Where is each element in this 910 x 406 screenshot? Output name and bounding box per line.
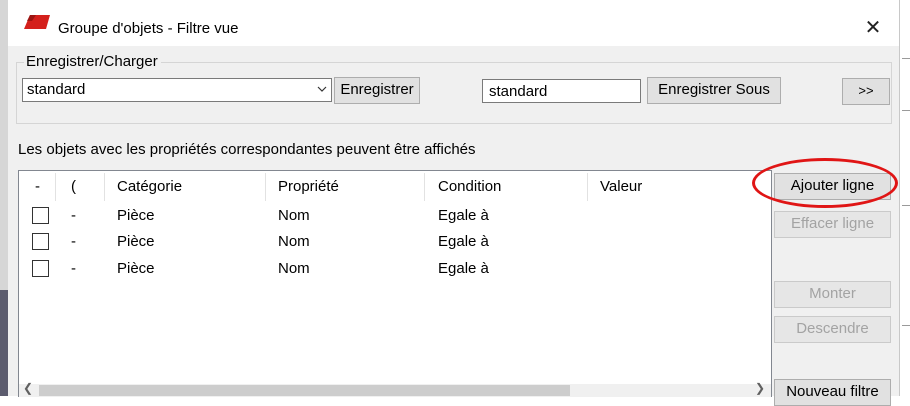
column-separator [55, 173, 56, 201]
row-checkbox[interactable] [32, 260, 49, 277]
row-checkbox[interactable] [32, 233, 49, 250]
table-row[interactable]: - Pièce Nom Egale à [19, 230, 771, 256]
app-red-icon [24, 15, 50, 33]
new-filter-button[interactable]: Nouveau filtre [774, 379, 891, 406]
scroll-left-icon[interactable]: ❮ [23, 381, 33, 395]
row-op: - [71, 233, 76, 250]
row-category: Pièce [117, 260, 155, 277]
move-down-button[interactable]: Descendre [774, 316, 891, 343]
move-up-button[interactable]: Monter [774, 281, 891, 308]
column-header-property[interactable]: Propriété [278, 178, 339, 195]
preset-select-value: standard [27, 81, 86, 98]
row-property: Nom [278, 233, 310, 250]
column-header-op[interactable]: - [35, 178, 40, 195]
preset-select[interactable]: standard [22, 78, 332, 102]
row-property: Nom [278, 260, 310, 277]
row-category: Pièce [117, 207, 155, 224]
row-condition: Egale à [438, 260, 489, 277]
column-header-value[interactable]: Valeur [600, 178, 642, 195]
row-condition: Egale à [438, 233, 489, 250]
title-bar: Groupe d'objets - Filtre vue ✕ [8, 0, 899, 46]
scroll-right-icon[interactable]: ❯ [755, 381, 765, 395]
close-button[interactable]: ✕ [858, 14, 888, 42]
delete-row-button[interactable]: Effacer ligne [774, 211, 891, 238]
filter-rows-list[interactable]: - ( Catégorie Propriété Condition Valeur… [18, 170, 772, 397]
column-separator [265, 173, 266, 201]
row-checkbox[interactable] [32, 207, 49, 224]
column-separator [424, 173, 425, 201]
save-as-name-field[interactable] [482, 79, 645, 103]
background-tick [902, 58, 910, 59]
chevron-down-icon [317, 80, 327, 101]
window-title: Groupe d'objets - Filtre vue [58, 20, 239, 37]
column-header-condition[interactable]: Condition [438, 178, 501, 195]
filter-description: Les objets avec les propriétés correspon… [18, 141, 476, 158]
table-row[interactable]: - Pièce Nom Egale à [19, 204, 771, 230]
column-header-category[interactable]: Catégorie [117, 178, 182, 195]
add-row-button[interactable]: Ajouter ligne [774, 173, 891, 200]
background-window-left-dark [0, 290, 8, 396]
row-op: - [71, 207, 76, 224]
row-property: Nom [278, 207, 310, 224]
column-header-paren[interactable]: ( [71, 178, 76, 195]
save-as-name-input[interactable] [483, 80, 645, 102]
background-tick [902, 205, 910, 206]
filter-dialog: Groupe d'objets - Filtre vue ✕ Enregistr… [8, 0, 899, 406]
more-button[interactable]: >> [842, 78, 890, 105]
background-tick [902, 325, 910, 326]
table-row[interactable]: - Pièce Nom Egale à [19, 257, 771, 283]
save-as-button[interactable]: Enregistrer Sous [647, 77, 781, 104]
save-button[interactable]: Enregistrer [334, 77, 420, 104]
scrollbar-thumb[interactable] [39, 385, 570, 396]
row-condition: Egale à [438, 207, 489, 224]
row-category: Pièce [117, 233, 155, 250]
background-tick [902, 110, 910, 111]
row-op: - [71, 260, 76, 277]
background-window-right [899, 0, 910, 396]
column-separator [104, 173, 105, 201]
save-load-group-label: Enregistrer/Charger [24, 53, 161, 70]
horizontal-scrollbar[interactable]: ❮ ❯ [19, 381, 771, 397]
column-separator [587, 173, 588, 201]
